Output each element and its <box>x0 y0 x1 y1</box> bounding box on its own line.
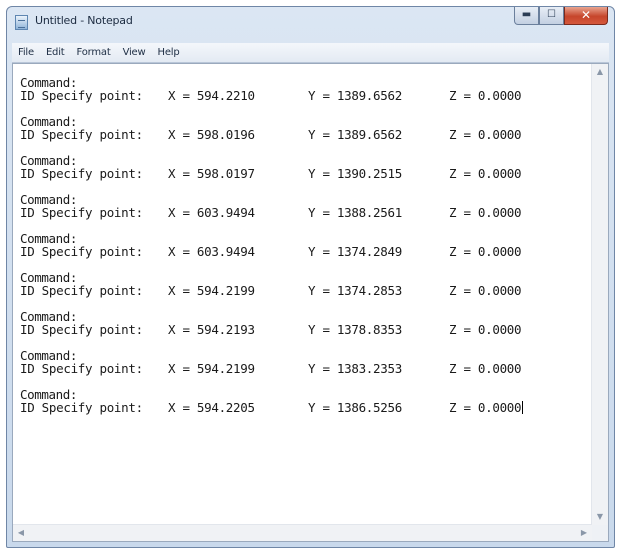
z-coordinate: Z = 0.0000 <box>449 400 524 415</box>
z-coordinate: Z = 0.0000 <box>449 166 522 181</box>
point-line: ID Specify point: X = 603.9494 Y = 1374.… <box>20 245 588 258</box>
y-coordinate: Y = 1390.2515 <box>308 166 402 181</box>
x-coordinate: X = 594.2193 <box>168 322 255 337</box>
x-coordinate: X = 594.2205 <box>168 400 255 415</box>
y-coordinate: Y = 1378.8353 <box>308 322 402 337</box>
x-coordinate: X = 603.9494 <box>168 244 255 259</box>
point-line: ID Specify point: X = 594.2199 Y = 1383.… <box>20 362 588 375</box>
window-title: Untitled - Notepad <box>35 14 133 27</box>
text-editor[interactable]: Command: ID Specify point: X = 594.2210 … <box>12 63 609 542</box>
y-coordinate: Y = 1383.2353 <box>308 361 402 376</box>
notepad-icon[interactable] <box>15 15 28 30</box>
menu-format[interactable]: Format <box>71 43 117 62</box>
z-value: Z = 0.0000 <box>449 400 522 415</box>
point-label: ID Specify point: <box>20 205 143 220</box>
point-label: ID Specify point: <box>20 400 143 415</box>
menu-view[interactable]: View <box>117 43 152 62</box>
scroll-down-arrow-icon[interactable]: ▼ <box>592 509 608 525</box>
y-coordinate: Y = 1386.5256 <box>308 400 402 415</box>
y-coordinate: Y = 1389.6562 <box>308 127 402 142</box>
vertical-scrollbar[interactable]: ▲ ▼ <box>591 64 608 525</box>
point-line: ID Specify point: X = 598.0196 Y = 1389.… <box>20 128 588 141</box>
menu-edit[interactable]: Edit <box>40 43 71 62</box>
text-entry: Command: ID Specify point: X = 594.2199 … <box>20 271 588 310</box>
y-coordinate: Y = 1388.2561 <box>308 205 402 220</box>
point-label: ID Specify point: <box>20 166 143 181</box>
point-line: ID Specify point: X = 598.0197 Y = 1390.… <box>20 167 588 180</box>
close-button[interactable]: ✕ <box>564 7 608 25</box>
resize-grip[interactable] <box>592 525 608 541</box>
text-entry: Command: ID Specify point: X = 594.2210 … <box>20 76 588 115</box>
notepad-window: Untitled - Notepad ▬ ☐ ✕ File Edit Forma… <box>6 6 615 548</box>
window-controls: ▬ ☐ ✕ <box>514 7 608 26</box>
horizontal-scrollbar[interactable]: ◀ ▶ <box>13 524 592 541</box>
x-coordinate: X = 603.9494 <box>168 205 255 220</box>
text-entry: Command: ID Specify point: X = 598.0196 … <box>20 115 588 154</box>
z-coordinate: Z = 0.0000 <box>449 205 522 220</box>
text-entry: Command: ID Specify point: X = 603.9494 … <box>20 232 588 271</box>
y-coordinate: Y = 1389.6562 <box>308 88 402 103</box>
x-coordinate: X = 594.2210 <box>168 88 255 103</box>
editor-content[interactable]: Command: ID Specify point: X = 594.2210 … <box>20 76 588 521</box>
text-entry: Command: ID Specify point: X = 594.2205 … <box>20 388 588 427</box>
text-caret <box>522 401 524 414</box>
z-coordinate: Z = 0.0000 <box>449 361 522 376</box>
z-coordinate: Z = 0.0000 <box>449 244 522 259</box>
scroll-left-arrow-icon[interactable]: ◀ <box>13 525 29 541</box>
z-coordinate: Z = 0.0000 <box>449 88 522 103</box>
point-line: ID Specify point: X = 594.2199 Y = 1374.… <box>20 284 588 297</box>
scroll-right-arrow-icon[interactable]: ▶ <box>576 525 592 541</box>
menu-bar: File Edit Format View Help <box>12 43 609 63</box>
point-label: ID Specify point: <box>20 283 143 298</box>
point-line: ID Specify point: X = 603.9494 Y = 1388.… <box>20 206 588 219</box>
text-entry: Command: ID Specify point: X = 603.9494 … <box>20 193 588 232</box>
y-coordinate: Y = 1374.2853 <box>308 283 402 298</box>
z-coordinate: Z = 0.0000 <box>449 127 522 142</box>
x-coordinate: X = 598.0196 <box>168 127 255 142</box>
y-coordinate: Y = 1374.2849 <box>308 244 402 259</box>
point-label: ID Specify point: <box>20 127 143 142</box>
point-label: ID Specify point: <box>20 322 143 337</box>
text-entry: Command: ID Specify point: X = 594.2199 … <box>20 349 588 388</box>
point-line: ID Specify point: X = 594.2210 Y = 1389.… <box>20 89 588 102</box>
point-line: ID Specify point: X = 594.2193 Y = 1378.… <box>20 323 588 336</box>
menu-file[interactable]: File <box>12 43 40 62</box>
z-coordinate: Z = 0.0000 <box>449 283 522 298</box>
point-label: ID Specify point: <box>20 88 143 103</box>
point-label: ID Specify point: <box>20 244 143 259</box>
x-coordinate: X = 594.2199 <box>168 283 255 298</box>
point-label: ID Specify point: <box>20 361 143 376</box>
x-coordinate: X = 594.2199 <box>168 361 255 376</box>
maximize-button[interactable]: ☐ <box>539 7 564 25</box>
scroll-up-arrow-icon[interactable]: ▲ <box>592 64 608 80</box>
z-coordinate: Z = 0.0000 <box>449 322 522 337</box>
minimize-button[interactable]: ▬ <box>514 7 539 25</box>
title-bar[interactable]: Untitled - Notepad ▬ ☐ ✕ <box>7 7 614 35</box>
x-coordinate: X = 598.0197 <box>168 166 255 181</box>
point-line: ID Specify point: X = 594.2205 Y = 1386.… <box>20 401 588 414</box>
menu-help[interactable]: Help <box>152 43 186 62</box>
text-entry: Command: ID Specify point: X = 598.0197 … <box>20 154 588 193</box>
text-entry: Command: ID Specify point: X = 594.2193 … <box>20 310 588 349</box>
